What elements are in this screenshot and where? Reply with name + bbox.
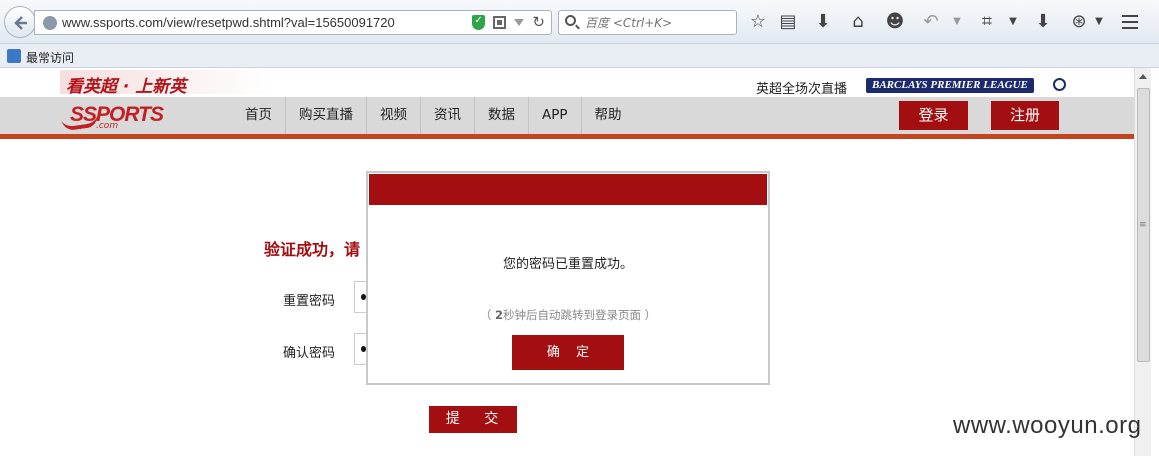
main-nav: SSPORTS .com 首页 购买直播 视频 资讯 数据 APP 帮助 登录 … (0, 97, 1134, 134)
home-icon[interactable]: ⌂ (847, 11, 869, 33)
addon-dropdown-icon[interactable]: ▼ (1088, 11, 1110, 33)
countdown-seconds: 2 (494, 308, 503, 322)
save-page-icon[interactable]: ⬇ (1032, 11, 1054, 33)
bookmark-folder-icon (7, 49, 21, 63)
dialog-countdown: （ 2秒钟后自动跳转到登录页面 ） (368, 307, 768, 323)
search-bar[interactable] (558, 10, 737, 35)
url-bar[interactable]: www.ssports.com/view/resetpwd.shtml?val=… (34, 10, 552, 35)
login-button[interactable]: 登录 (899, 101, 968, 130)
epl-logo: BARCLAYS PREMIER LEAGUE (866, 78, 1034, 93)
dropdown-icon[interactable] (514, 19, 525, 26)
reset-password-label: 重置密码 (283, 294, 336, 309)
watermark: www.wooyun.org (953, 412, 1142, 439)
submit-button[interactable]: 提 交 (429, 406, 517, 433)
nav-news[interactable]: 资讯 (421, 97, 475, 134)
search-input[interactable] (585, 14, 733, 31)
browser-toolbar: www.ssports.com/view/resetpwd.shtml?val=… (0, 0, 1159, 44)
web-page: 看英超 · 上新英 英超全场次直播 BARCLAYS PREMIER LEAGU… (0, 68, 1134, 456)
nav-app[interactable]: APP (529, 97, 582, 134)
back-arrow-icon (14, 16, 27, 30)
globe-icon (43, 16, 57, 30)
dialog-header (369, 174, 767, 205)
undo-dropdown-icon[interactable]: ▼ (946, 11, 968, 33)
register-button[interactable]: 注册 (991, 101, 1059, 130)
page-scrollbar[interactable]: ≡ (1134, 68, 1151, 456)
nav-buy-live[interactable]: 购买直播 (286, 97, 367, 134)
countdown-suffix: 秒钟后自动跳转到登录页面 ） (503, 308, 657, 322)
bookmarks-bar: 最常访问 (0, 44, 1159, 68)
confirm-password-label: 确认密码 (283, 346, 336, 361)
search-icon (565, 15, 576, 26)
reading-list-icon[interactable]: ▤ (777, 11, 799, 33)
crop-icon[interactable]: ⌗ (976, 11, 998, 33)
undo-icon[interactable]: ↶ (920, 11, 942, 33)
nav-home[interactable]: 首页 (232, 97, 286, 134)
crop-dropdown-icon[interactable]: ▼ (1002, 11, 1024, 33)
scroll-up-icon[interactable] (1139, 74, 1147, 79)
smiley-icon[interactable]: ☻ (884, 11, 906, 33)
nav-data[interactable]: 数据 (475, 97, 529, 134)
success-dialog: 您的密码已重置成功。 （ 2秒钟后自动跳转到登录页面 ） 确 定 (366, 171, 770, 385)
qrcode-icon[interactable] (493, 16, 507, 29)
back-button[interactable] (4, 6, 36, 38)
nav-links: 首页 购买直播 视频 资讯 数据 APP 帮助 (232, 97, 635, 134)
shield-icon[interactable] (472, 15, 486, 30)
verify-success-title: 验证成功，请 (264, 240, 361, 259)
slogan: 看英超 · 上新英 (66, 77, 187, 97)
epl-lion-icon (1053, 78, 1066, 91)
countdown-prefix: （ (479, 308, 495, 322)
confirm-button[interactable]: 确 定 (512, 335, 624, 370)
nav-accent-bar (0, 134, 1134, 139)
nav-video[interactable]: 视频 (367, 97, 421, 134)
logo-domain: .com (96, 121, 119, 131)
download-icon[interactable]: ⬇ (812, 11, 834, 33)
reload-icon[interactable]: ↻ (532, 15, 545, 30)
scroll-grip-icon: ≡ (1139, 220, 1147, 230)
nav-help[interactable]: 帮助 (582, 97, 635, 134)
url-text[interactable]: www.ssports.com/view/resetpwd.shtml?val=… (62, 15, 395, 30)
menu-button[interactable] (1115, 8, 1145, 36)
star-icon[interactable]: ☆ (747, 11, 769, 33)
epl-live-text: 英超全场次直播 (756, 82, 848, 97)
addon-icon[interactable]: ⊛ (1068, 11, 1090, 33)
bookmark-most-visited[interactable]: 最常访问 (26, 49, 74, 66)
dialog-message: 您的密码已重置成功。 (502, 257, 633, 272)
